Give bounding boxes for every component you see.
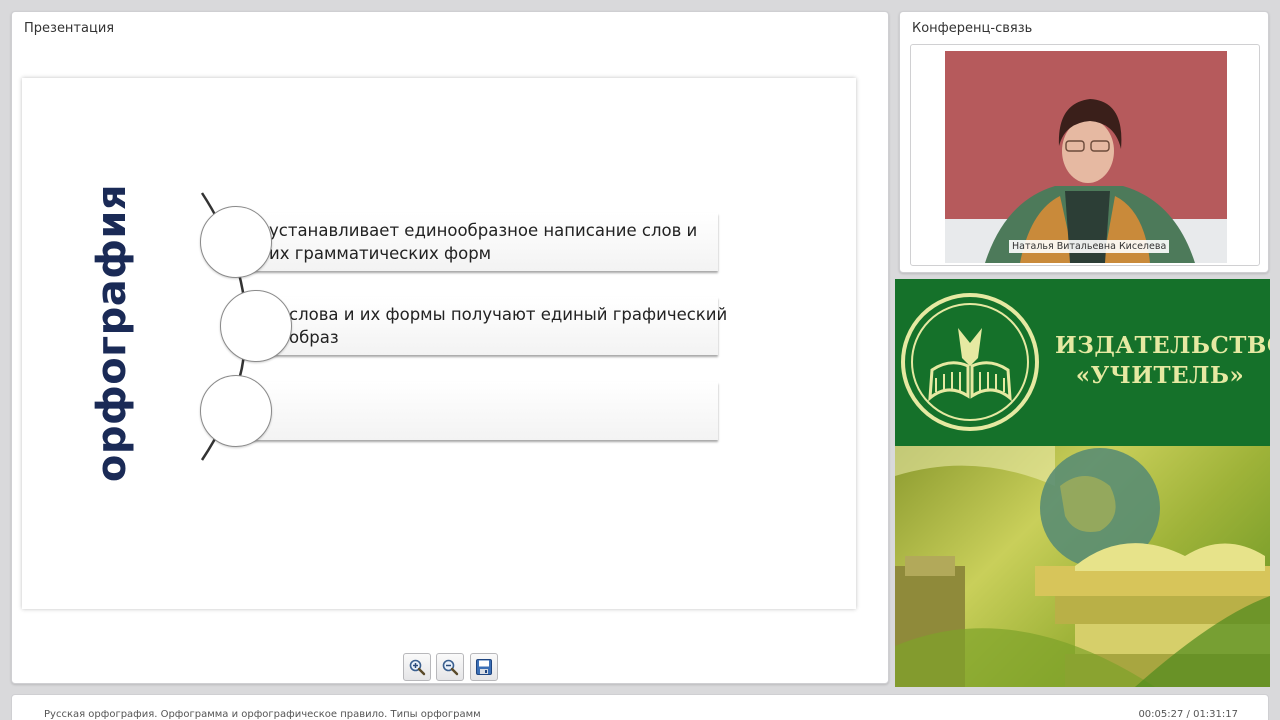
save-button[interactable] (470, 653, 498, 681)
conference-panel-title: Конференц-связь (912, 21, 1033, 36)
zoom-out-icon (442, 659, 459, 676)
publisher-banner: ИЗДАТЕЛЬСТВО «УЧИТЕЛЬ» (895, 279, 1270, 446)
slide: орфография устанавливает единообразное н… (22, 78, 856, 609)
slide-item-2-text: слова и их формы получают единый графиче… (289, 305, 728, 347)
publisher-logo (901, 293, 1039, 431)
conference-panel: Конференц-связь Наталья Витальевна Кисел… (899, 11, 1269, 273)
slide-item-1-text: устанавливает единообразное написание сл… (269, 221, 698, 263)
speaker-silhouette (985, 99, 1195, 263)
zoom-in-button[interactable] (403, 653, 431, 681)
slide-item-1-circle (200, 206, 272, 278)
publisher-advert[interactable]: ИЗДАТЕЛЬСТВО «УЧИТЕЛЬ» (895, 279, 1270, 687)
footer-bar: Русская орфография. Орфограмма и орфогра… (11, 694, 1269, 720)
presentation-panel: Презентация орфография устанавливает еди… (11, 11, 889, 684)
slide-item-3-circle (200, 375, 272, 447)
speaker-name-caption: Наталья Витальевна Киселева (1009, 240, 1170, 253)
slide-item-2-circle (220, 290, 292, 362)
zoom-out-button[interactable] (436, 653, 464, 681)
slide-item-3 (245, 382, 718, 440)
video-frame: Наталья Витальевна Киселева (910, 44, 1260, 266)
speaker-video[interactable]: Наталья Витальевна Киселева (945, 51, 1227, 263)
presentation-panel-title: Презентация (24, 21, 115, 36)
playback-time: 00:05:27 / 01:31:17 (1138, 709, 1238, 720)
publisher-name: ИЗДАТЕЛЬСТВО «УЧИТЕЛЬ» (1055, 332, 1270, 389)
slide-item-2: слова и их формы получают единый графиче… (265, 297, 727, 355)
save-icon (476, 659, 492, 675)
publisher-photo (895, 446, 1270, 687)
books-globe-illustration (895, 446, 1270, 687)
lesson-title: Русская орфография. Орфограмма и орфогра… (44, 709, 481, 720)
slide-item-1: устанавливает единообразное написание сл… (245, 213, 718, 271)
zoom-in-icon (409, 659, 426, 676)
